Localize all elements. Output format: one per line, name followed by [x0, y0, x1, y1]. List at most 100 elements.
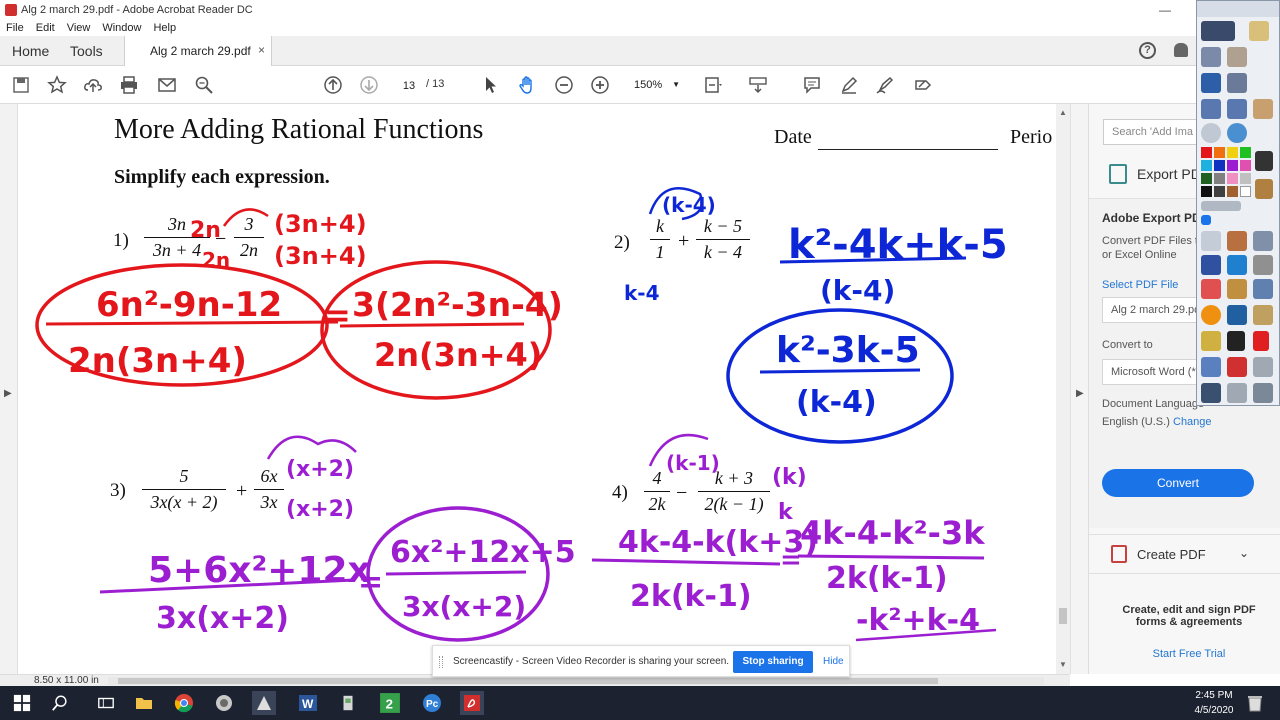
menu-edit[interactable]: Edit	[36, 22, 55, 34]
scroll-thumb[interactable]	[1059, 608, 1067, 624]
scroll-up-icon[interactable]: ▲	[1059, 108, 1067, 117]
stamp-icon[interactable]	[1253, 99, 1273, 119]
recycle-bin-icon[interactable]	[1243, 691, 1267, 715]
next-icon[interactable]	[1227, 99, 1247, 119]
highlight-pen-icon[interactable]	[838, 74, 860, 96]
convert-button[interactable]: Convert	[1102, 469, 1254, 497]
left-panel-toggle[interactable]: ▶	[0, 104, 18, 674]
horizontal-scrollbar[interactable]	[108, 677, 1044, 685]
color-swatch-silver[interactable]	[1240, 173, 1251, 184]
share-icon[interactable]	[1201, 21, 1235, 41]
menu-view[interactable]: View	[67, 22, 91, 34]
acrobat-taskbar-icon[interactable]	[460, 691, 484, 715]
fit-page-icon[interactable]	[702, 74, 724, 96]
highlighter-icon[interactable]	[1255, 179, 1273, 199]
tab-tools[interactable]: Tools	[70, 43, 103, 59]
create-pdf-section[interactable]: Create PDF ⌄	[1089, 534, 1280, 574]
photo-icon[interactable]	[1227, 47, 1247, 67]
search-zoom-icon[interactable]	[193, 74, 215, 96]
color-swatch-darkgreen[interactable]	[1201, 173, 1212, 184]
highlighter-pen-icon[interactable]	[1227, 255, 1247, 275]
bookmark-star-icon[interactable]	[46, 74, 68, 96]
color-swatch-blue[interactable]	[1214, 160, 1225, 171]
tools-icon[interactable]	[1227, 231, 1247, 251]
cursor-mode-icon[interactable]	[1227, 73, 1247, 93]
zoom-out-icon[interactable]	[553, 74, 575, 96]
export-pdf-header[interactable]: Export PDF	[1109, 164, 1209, 184]
keyboard-download-icon[interactable]	[747, 74, 769, 96]
color-swatch-yellow[interactable]	[1227, 147, 1238, 158]
smart-notebook-icon[interactable]	[252, 691, 276, 715]
upload-cloud-icon[interactable]	[82, 74, 104, 96]
color-swatch-lightpink[interactable]	[1227, 173, 1238, 184]
eraser-icon[interactable]	[1201, 279, 1221, 299]
tab-document[interactable]: Alg 2 march 29.pdf ×	[124, 36, 272, 67]
close-icon[interactable]	[1253, 331, 1269, 351]
app-icon[interactable]	[212, 691, 236, 715]
system-clock[interactable]: 2:45 PM 4/5/2020	[1186, 688, 1242, 718]
zoom-in-icon[interactable]	[589, 74, 611, 96]
pencil-icon[interactable]	[1253, 305, 1273, 325]
file-explorer-icon[interactable]	[132, 691, 156, 715]
chrome-icon[interactable]	[172, 691, 196, 715]
keyboard-icon[interactable]	[1201, 331, 1221, 351]
app-icon[interactable]: 2	[378, 691, 402, 715]
scroll-down-icon[interactable]: ▼	[1059, 660, 1067, 669]
clear-icon[interactable]	[1201, 357, 1221, 377]
change-language-link[interactable]: Change	[1173, 416, 1212, 428]
text-icon[interactable]	[1227, 331, 1245, 351]
text-pi-icon[interactable]	[1255, 151, 1273, 171]
stop-sharing-button[interactable]: Stop sharing	[733, 651, 813, 673]
pen-mode-icon[interactable]	[1201, 73, 1221, 93]
color-swatch-green[interactable]	[1240, 147, 1251, 158]
print-icon[interactable]	[118, 74, 140, 96]
bell-icon[interactable]	[1174, 43, 1188, 57]
play-icon[interactable]	[1201, 123, 1221, 143]
color-swatch-red[interactable]	[1201, 147, 1212, 158]
hand-tool-icon[interactable]	[516, 74, 538, 96]
scissors-icon[interactable]	[1253, 255, 1273, 275]
menu-file[interactable]: File	[6, 22, 24, 34]
shape-icon[interactable]	[1201, 305, 1221, 325]
desktop-icon[interactable]	[1253, 357, 1273, 377]
page-number-input[interactable]: 13	[394, 75, 424, 95]
next-page-icon[interactable]	[358, 74, 380, 96]
settings-icon[interactable]	[1253, 383, 1273, 403]
vertical-scrollbar[interactable]: ▲ ▼	[1056, 104, 1070, 674]
tab-close-icon[interactable]: ×	[258, 43, 265, 57]
undo-icon[interactable]	[1201, 383, 1221, 403]
save-icon[interactable]	[10, 74, 32, 96]
color-swatch-white[interactable]	[1240, 186, 1251, 197]
color-swatch-pink[interactable]	[1240, 160, 1251, 171]
pointer-icon[interactable]	[1201, 231, 1221, 251]
color-swatch-orange[interactable]	[1214, 147, 1225, 158]
line-icon[interactable]	[1253, 279, 1273, 299]
color-swatch-darkgray[interactable]	[1214, 186, 1225, 197]
start-free-trial-link[interactable]: Start Free Trial	[1109, 648, 1269, 660]
select-cursor-icon[interactable]	[479, 74, 501, 96]
fill-icon[interactable]	[1227, 279, 1247, 299]
redo-icon[interactable]	[1227, 383, 1247, 403]
hide-button[interactable]: Hide	[823, 656, 844, 667]
ruler-icon[interactable]	[1227, 305, 1247, 325]
pen-size-slider[interactable]	[1201, 201, 1241, 211]
color-swatch-purple[interactable]	[1227, 160, 1238, 171]
sign-icon[interactable]	[912, 74, 934, 96]
task-view-icon[interactable]	[94, 691, 118, 715]
color-swatch-cyan[interactable]	[1201, 160, 1212, 171]
previous-page-icon[interactable]	[322, 74, 344, 96]
pen-icon[interactable]	[1201, 255, 1221, 275]
email-icon[interactable]	[156, 74, 178, 96]
globe-icon[interactable]	[1227, 123, 1247, 143]
draw-icon[interactable]	[874, 74, 896, 96]
menu-window[interactable]: Window	[102, 22, 141, 34]
prev-icon[interactable]	[1201, 99, 1221, 119]
menu-help[interactable]: Help	[153, 22, 176, 34]
toolbox-header[interactable]	[1197, 1, 1279, 17]
search-icon[interactable]	[48, 691, 72, 715]
printer-icon[interactable]	[1253, 231, 1273, 251]
app-icon[interactable]: Pc	[420, 691, 444, 715]
help-icon[interactable]: ?	[1139, 42, 1156, 59]
right-panel-toggle[interactable]: ▶	[1070, 104, 1088, 674]
app-icon[interactable]	[336, 691, 360, 715]
